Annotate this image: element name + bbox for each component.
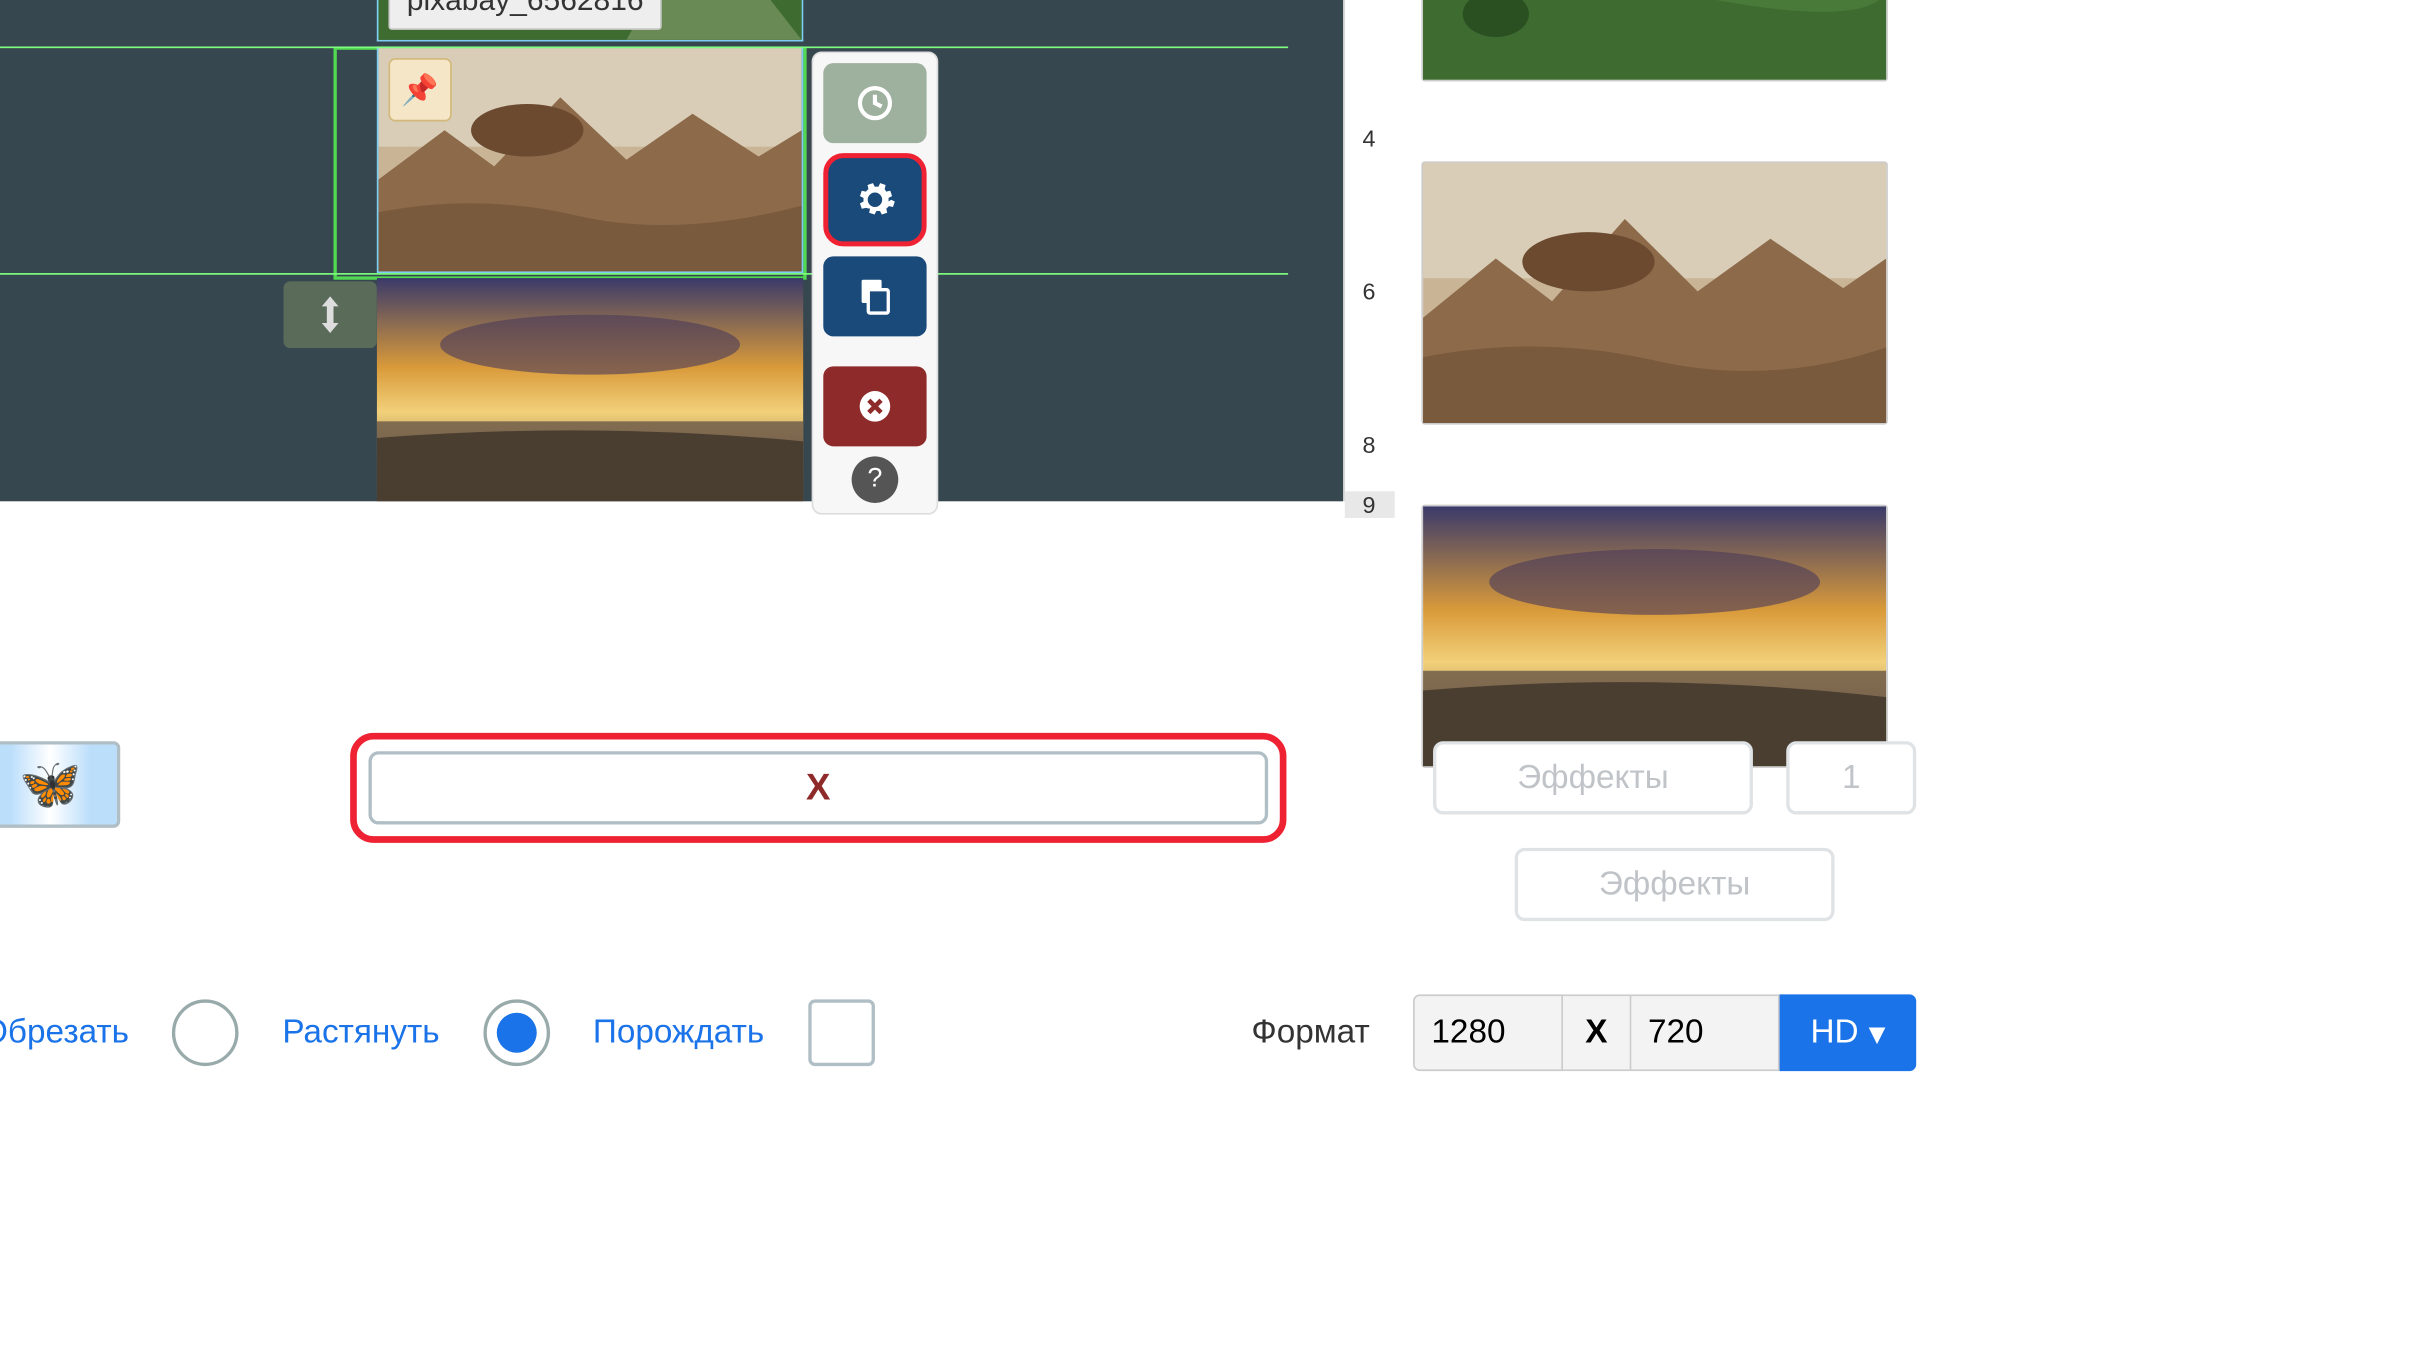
format-width-input[interactable] xyxy=(1413,994,1563,1071)
copy-icon xyxy=(855,276,895,316)
tool-time-button[interactable] xyxy=(823,63,926,143)
radio-checked-icon xyxy=(496,1013,536,1053)
preview-column xyxy=(1392,0,1933,848)
tool-delete-button[interactable] xyxy=(823,366,926,446)
format-x-separator: X xyxy=(1563,994,1630,1071)
x-input[interactable] xyxy=(368,751,1268,824)
tool-copy-button[interactable] xyxy=(823,256,926,336)
ruler-tick-4: 4 xyxy=(1344,125,1394,152)
settings-panel: Основной Глобальные 🦋 Эффекты 1 Эффекты … xyxy=(0,741,1916,1074)
preview-thumb-1[interactable] xyxy=(1422,0,1888,81)
preview-1-image xyxy=(1423,0,1886,80)
gear-icon xyxy=(853,178,896,221)
clip-1-label: pixabay_6562816 xyxy=(388,0,661,30)
format-hd-dropdown[interactable]: HD ▾ xyxy=(1780,994,1917,1071)
x-panel-highlight xyxy=(350,733,1286,843)
ruler-tick-8: 8 xyxy=(1344,431,1394,458)
format-label: Формат xyxy=(1251,1014,1369,1052)
butterfly-preset[interactable]: 🦋 xyxy=(0,741,120,828)
hd-label: HD xyxy=(1810,1014,1858,1052)
preview-thumb-2[interactable] xyxy=(1422,161,1888,424)
close-circle-icon xyxy=(857,388,894,425)
spawn-label: Порождать xyxy=(593,1014,764,1052)
preview-3-image xyxy=(1423,506,1886,766)
tool-help-button[interactable]: ? xyxy=(852,456,899,503)
format-height-input[interactable] xyxy=(1630,994,1780,1071)
clock-icon xyxy=(855,83,895,123)
preview-thumb-3[interactable] xyxy=(1422,505,1888,768)
guide-line-bottom xyxy=(0,273,1288,275)
clip-1[interactable]: pixabay_6562816 xyxy=(377,0,803,41)
clip-3[interactable] xyxy=(377,278,803,501)
ruler-tick-6: 6 xyxy=(1344,278,1394,305)
drag-vertical-icon xyxy=(315,296,345,333)
guide-line-top xyxy=(0,46,1288,48)
ruler-tick-9: 9 xyxy=(1344,491,1394,518)
tool-settings-button[interactable] xyxy=(823,153,926,246)
crop-radio[interactable] xyxy=(172,999,239,1066)
format-group: X HD ▾ xyxy=(1413,994,1916,1071)
stretch-label: Растянуть xyxy=(282,1014,439,1052)
crop-label: Обрезать xyxy=(0,1014,129,1052)
clip-tool-panel: ? xyxy=(812,51,939,514)
preview-2-image xyxy=(1423,163,1886,423)
effects-count[interactable]: 1 xyxy=(1786,741,1916,814)
timeline[interactable]: pixabay_6562816 📌 xyxy=(0,0,1342,501)
effects-button-2[interactable]: Эффекты xyxy=(1515,848,1835,921)
pin-icon[interactable]: 📌 xyxy=(388,58,451,121)
stretch-radio[interactable] xyxy=(483,999,550,1066)
effects-button-1[interactable]: Эффекты xyxy=(1433,741,1753,814)
chevron-down-icon: ▾ xyxy=(1869,1012,1886,1054)
clip-2[interactable]: 📌 xyxy=(377,46,803,273)
time-ruler: 0 2 4 6 8 9 xyxy=(1342,0,1391,501)
spawn-checkbox[interactable] xyxy=(808,999,875,1066)
clip-3-thumb xyxy=(377,278,803,501)
drag-handle[interactable] xyxy=(284,281,377,348)
